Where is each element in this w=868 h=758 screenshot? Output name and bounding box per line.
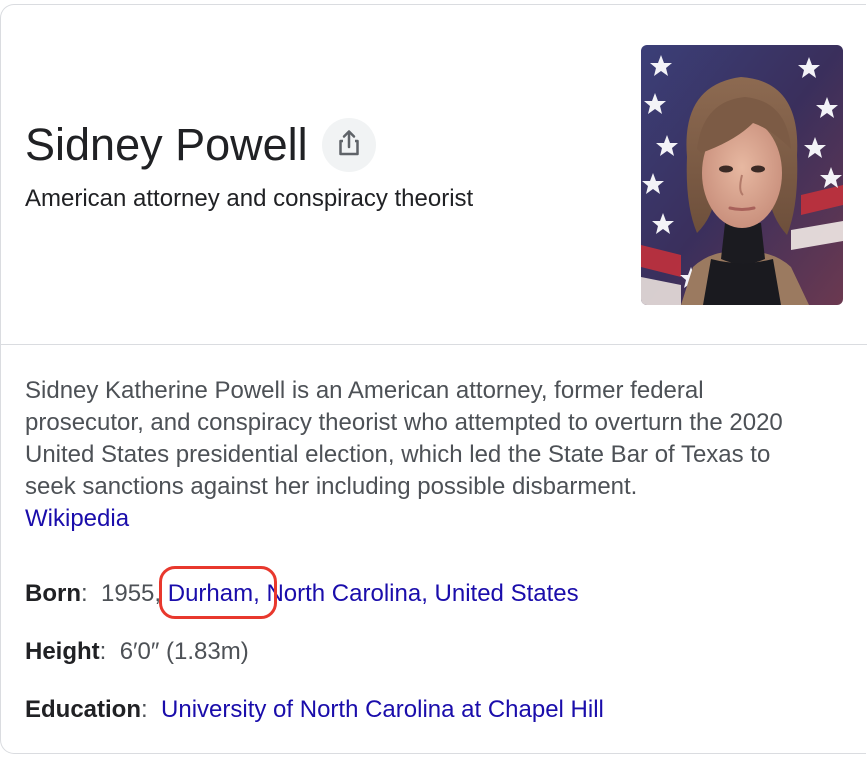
title-row: Sidney Powell <box>25 117 376 173</box>
education-link[interactable]: University of North Carolina at Chapel H… <box>161 696 604 723</box>
height-colon: : <box>99 638 120 665</box>
entity-title: Sidney Powell <box>25 119 308 170</box>
panel-header: Sidney Powell American attorney and cons… <box>1 5 867 345</box>
born-year: 1955, <box>101 580 162 607</box>
education-colon: : <box>141 696 162 723</box>
summary-text: Sidney Katherine Powell is an American a… <box>25 375 825 535</box>
wikipedia-link[interactable]: Wikipedia <box>25 505 129 532</box>
born-colon: : <box>81 580 102 607</box>
born-region-link[interactable]: North Carolina, United States <box>266 580 578 607</box>
knowledge-panel: Sidney Powell American attorney and cons… <box>0 4 867 754</box>
share-button[interactable] <box>321 118 376 172</box>
facts-section: Born: 1955, Durham, North Carolina, Unit… <box>25 566 845 752</box>
share-icon <box>334 128 364 163</box>
entity-photo[interactable] <box>641 45 843 305</box>
summary-section: Sidney Katherine Powell is an American a… <box>25 375 825 535</box>
fact-born: Born: 1955, Durham, North Carolina, Unit… <box>25 566 845 619</box>
education-label: Education <box>25 696 142 723</box>
fact-height: Height: 6′0″ (1.83m) <box>25 636 845 668</box>
born-city-highlight: Durham, <box>158 566 277 619</box>
height-label: Height <box>25 638 100 665</box>
fact-education: Education: University of North Carolina … <box>25 694 845 726</box>
born-label: Born <box>25 580 81 607</box>
born-city-link[interactable]: Durham, <box>168 580 260 607</box>
knowledge-panel-page: Sidney Powell American attorney and cons… <box>0 0 868 758</box>
height-value: 6′0″ (1.83m) <box>119 638 249 665</box>
entity-subtitle: American attorney and conspiracy theoris… <box>25 185 474 212</box>
summary-body: Sidney Katherine Powell is an American a… <box>25 377 783 500</box>
